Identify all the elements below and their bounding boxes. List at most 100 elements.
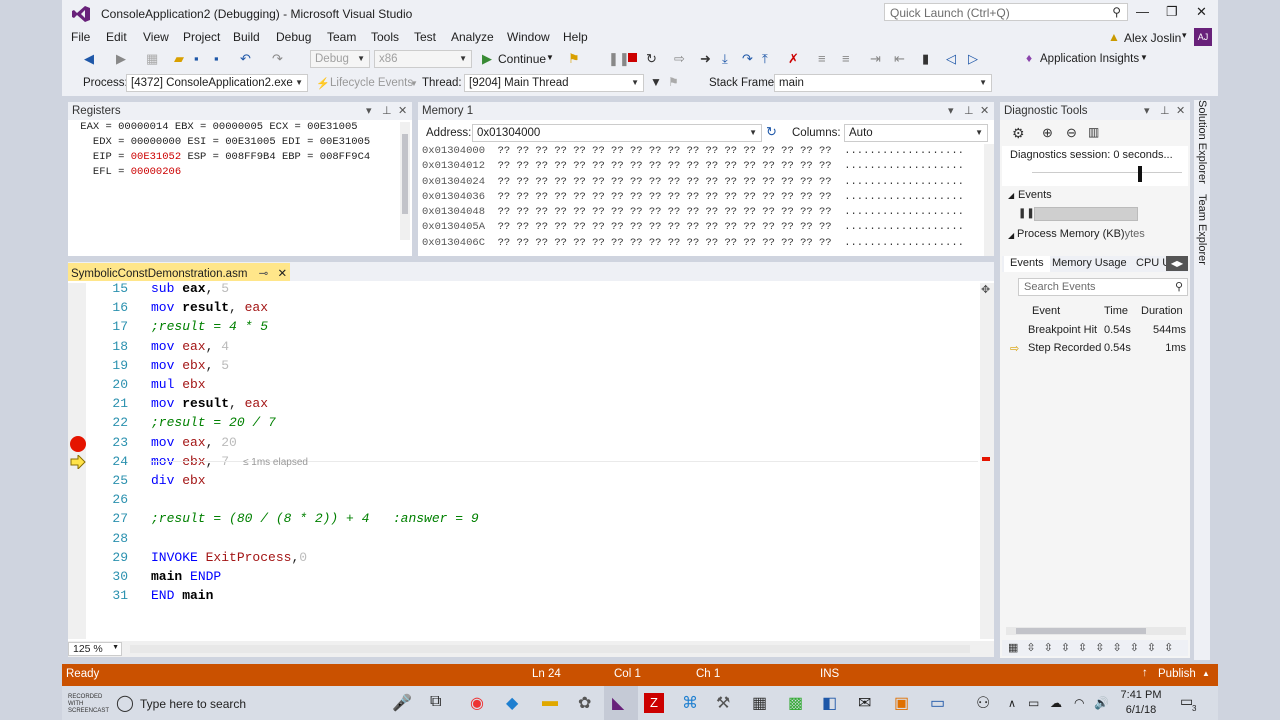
app3-icon[interactable]: ▩ [788, 693, 803, 713]
expand-memory-icon[interactable]: ◢ [1008, 231, 1014, 240]
menu-test[interactable]: Test [414, 30, 436, 44]
app6-icon[interactable]: ▭ [930, 693, 945, 713]
back-icon[interactable]: ◀ [84, 51, 94, 67]
code-line[interactable]: ;result = 20 / 7 [151, 415, 276, 430]
menu-edit[interactable]: Edit [106, 30, 127, 44]
undo-icon[interactable]: ↶ [240, 51, 251, 67]
minimize-button[interactable]: — [1136, 4, 1149, 19]
save-icon[interactable]: ▪ [194, 51, 199, 66]
indent-icon[interactable]: ⇥ [870, 51, 881, 67]
zoom-select[interactable]: 125 % ▼ [68, 642, 122, 656]
pin-icon[interactable]: ⊥ [964, 104, 974, 117]
microphone-icon[interactable]: 🎤 [392, 693, 412, 713]
app-insights-button[interactable]: Application Insights [1040, 53, 1139, 65]
pin-icon[interactable]: ⊸ [259, 268, 269, 280]
memory-row[interactable]: 0x01304000 ?? ?? ?? ?? ?? ?? ?? ?? ?? ??… [422, 144, 964, 159]
breakpoint-icon[interactable] [70, 436, 86, 452]
refresh-icon[interactable]: ↻ [766, 124, 777, 140]
menu-help[interactable]: Help [563, 30, 588, 44]
mail-icon[interactable]: ✉ [858, 693, 871, 713]
flag-threads-icon[interactable]: ⚑ [668, 75, 679, 89]
attach-icon[interactable]: ⚑ [568, 51, 580, 67]
chrome-icon[interactable]: ◉ [470, 693, 484, 713]
pause-icon[interactable]: ❚❚ [1018, 208, 1035, 219]
code-line[interactable]: mov eax, 4 [151, 339, 229, 354]
process-select[interactable]: [4372] ConsoleApplication2.exe ▼ [126, 74, 308, 92]
event-row[interactable]: Breakpoint Hit 0.54s 544ms [1010, 324, 1186, 342]
gear-icon[interactable]: ⚙ [1012, 125, 1025, 142]
code-line[interactable]: mov eax, 20 [151, 435, 237, 450]
continue-button[interactable]: Continue [498, 52, 546, 66]
code-line[interactable]: mov result, eax [151, 300, 268, 315]
diagnostics-timeline[interactable]: Diagnostics session: 0 seconds... [1002, 146, 1188, 186]
lifecycle-chevron-icon[interactable]: ▼ [410, 79, 418, 88]
col-event[interactable]: Event [1032, 305, 1060, 317]
memory-row[interactable]: 0x01304012 ?? ?? ?? ?? ?? ?? ?? ?? ?? ??… [422, 159, 964, 174]
save-all-icon[interactable]: ▪ [214, 51, 219, 66]
bookmark-icon[interactable]: ▮ [922, 51, 929, 67]
menu-view[interactable]: View [143, 30, 169, 44]
onedrive-icon[interactable]: ☁ [1050, 696, 1062, 710]
app5-icon[interactable]: ▣ [894, 693, 909, 713]
avatar[interactable]: AJ [1194, 28, 1212, 46]
calculator-icon[interactable]: ▦ [752, 693, 767, 713]
memory-row[interactable]: 0x01304036 ?? ?? ?? ?? ?? ?? ?? ?? ?? ??… [422, 190, 964, 205]
menu-tools[interactable]: Tools [371, 30, 399, 44]
outdent-icon[interactable]: ⇤ [894, 51, 905, 67]
code-line[interactable]: mov result, eax [151, 396, 268, 411]
memory-row[interactable]: 0x01304048 ?? ?? ?? ?? ?? ?? ?? ?? ?? ??… [422, 205, 964, 220]
registers-scrollbar[interactable] [400, 122, 410, 240]
memory-row[interactable]: 0x01304024 ?? ?? ?? ?? ?? ?? ?? ?? ?? ??… [422, 175, 964, 190]
publish-button[interactable]: Publish [1158, 668, 1196, 680]
menu-window[interactable]: Window [507, 30, 550, 44]
app-insights-chevron-icon[interactable]: ▼ [1140, 53, 1148, 62]
code-line[interactable]: mov ebx, 5 [151, 358, 229, 373]
code-line[interactable]: div ebx [151, 473, 206, 488]
comment-icon[interactable]: ≡ [818, 51, 826, 66]
uncomment-icon[interactable]: ≡ [842, 51, 850, 66]
menu-build[interactable]: Build [233, 30, 260, 44]
dropdown-icon[interactable]: ▾ [366, 104, 372, 117]
thread-select[interactable]: [9204] Main Thread ▼ [464, 74, 644, 92]
code-line[interactable]: ;result = (80 / (8 * 2)) + 4 :answer = 9 [151, 511, 479, 526]
dropdown-icon[interactable]: ▾ [1144, 104, 1150, 117]
columns-select[interactable]: Auto ▼ [844, 124, 988, 142]
diag-toolbar[interactable]: ▦⇳⇳⇳⇳⇳⇳⇳⇳⇳ [1002, 640, 1188, 656]
tray-chevron-icon[interactable]: ∧ [1008, 697, 1016, 710]
menu-team[interactable]: Team [327, 30, 356, 44]
zoom-in-icon[interactable]: ⊕ [1042, 125, 1053, 141]
configuration-select[interactable]: Debug ▼ [310, 50, 370, 68]
code-line[interactable]: ;result = 4 * 5 [151, 319, 268, 334]
menu-analyze[interactable]: Analyze [451, 30, 494, 44]
user-chevron-icon[interactable]: ▾ [1182, 30, 1187, 41]
network-app-icon[interactable]: ⌘ [682, 693, 698, 713]
cortana-icon[interactable]: ◯ [116, 693, 134, 713]
horizontal-scrollbar[interactable] [130, 645, 970, 653]
code-line[interactable]: mul ebx [151, 377, 206, 392]
split-icon[interactable]: ✥ [981, 283, 990, 296]
step-out-icon[interactable]: ⤒ [762, 51, 768, 67]
code-line[interactable]: sub eax, 5 [151, 281, 229, 296]
col-duration[interactable]: Duration [1141, 305, 1183, 317]
visual-studio-taskbar-icon[interactable]: ◣ [612, 693, 624, 713]
step-into-icon[interactable]: ⤓ [722, 51, 728, 67]
close-icon[interactable]: ✕ [1176, 104, 1185, 117]
tab-events[interactable]: Events [1004, 256, 1050, 272]
prev-bookmark-icon[interactable]: ◁ [946, 51, 956, 67]
app4-icon[interactable]: ◧ [822, 693, 837, 713]
tab-scroll-icon[interactable]: ◀▶ [1166, 256, 1188, 271]
close-tab-icon[interactable]: ✕ [277, 268, 287, 280]
event-row[interactable]: ⇨ Step Recorded 0.54s 1ms [1010, 342, 1186, 360]
diag-scrollbar[interactable] [1006, 627, 1186, 635]
thread-filter-icon[interactable]: ▼ [650, 75, 662, 89]
break-all-icon[interactable]: ❚❚ [608, 51, 630, 67]
search-events-input[interactable]: Search Events ⚲ [1018, 278, 1188, 296]
code-line[interactable]: END main [151, 588, 213, 603]
chart-icon[interactable]: ▥ [1088, 125, 1099, 139]
filezilla-icon[interactable]: Z [644, 693, 664, 713]
step-over-icon[interactable]: ↷ [742, 51, 753, 67]
pin-icon[interactable]: ⊥ [1160, 104, 1170, 117]
stop-debugging-icon[interactable] [628, 53, 637, 62]
wifi-icon[interactable]: ◠ [1074, 696, 1084, 710]
taskbar-search[interactable]: Type here to search [140, 697, 246, 711]
